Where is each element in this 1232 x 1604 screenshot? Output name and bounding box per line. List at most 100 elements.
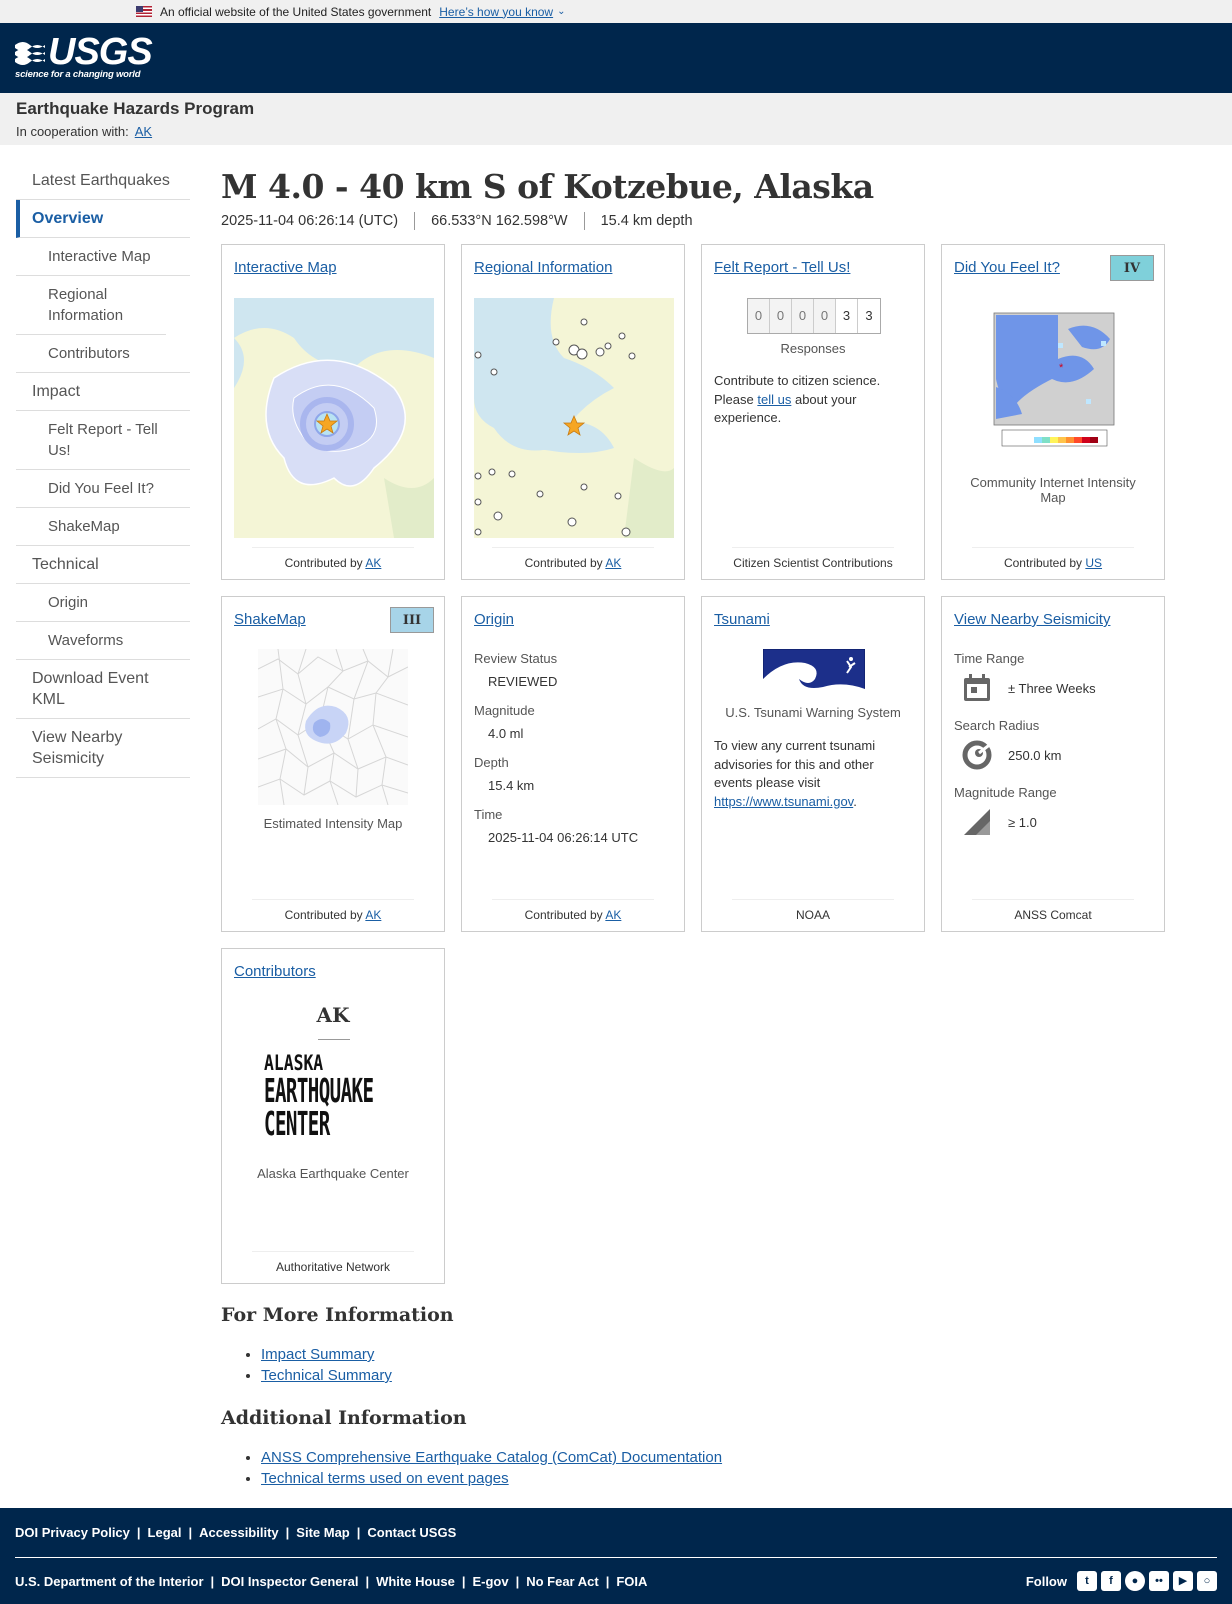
interactive-map-link[interactable]: Interactive Map xyxy=(234,259,337,276)
footer-separator: | xyxy=(605,1573,610,1589)
chevron-down-icon[interactable]: ⌄ xyxy=(557,6,565,17)
footer-link-whitehouse[interactable]: White House xyxy=(376,1574,455,1589)
sidebar-item-waveforms[interactable]: Waveforms xyxy=(16,622,190,660)
sidebar-item-download-kml[interactable]: Download Event KML xyxy=(16,660,190,719)
footer-link-egov[interactable]: E-gov xyxy=(472,1574,508,1589)
response-digit: 0 xyxy=(748,299,770,333)
nearby-seismicity-link[interactable]: View Nearby Seismicity xyxy=(954,611,1110,628)
regional-information-link[interactable]: Regional Information xyxy=(474,259,612,276)
contributed-by-label: Contributed by xyxy=(284,908,363,922)
sidebar-item-impact[interactable]: Impact xyxy=(16,373,190,411)
contributors-footer: Authoritative Network xyxy=(252,1251,414,1274)
cooperation-label: In cooperation with: xyxy=(16,124,129,139)
sidebar-item-shakemap[interactable]: ShakeMap xyxy=(16,508,190,546)
event-depth: 15.4 km depth xyxy=(600,213,693,229)
footer-separator: | xyxy=(285,1525,290,1540)
tsunami-gov-link[interactable]: https://www.tsunami.gov xyxy=(714,794,853,809)
tsunami-text: To view any current tsunami advisories f… xyxy=(714,738,876,790)
response-digit: 3 xyxy=(836,299,858,333)
contributor-code: AK xyxy=(316,1003,350,1027)
footer-link-nofear[interactable]: No Fear Act xyxy=(526,1574,598,1589)
contributor-link[interactable]: AK xyxy=(365,908,381,922)
shakemap-thumbnail[interactable] xyxy=(258,649,408,805)
impact-summary-link[interactable]: Impact Summary xyxy=(261,1346,374,1363)
footer-link-contact[interactable]: Contact USGS xyxy=(367,1525,456,1540)
sidebar-item-regional-information[interactable]: Regional Information xyxy=(16,276,166,335)
footer-link-sitemap[interactable]: Site Map xyxy=(296,1525,349,1540)
page-title: M 4.0 - 40 km S of Kotzebue, Alaska xyxy=(221,167,874,206)
contributors-card: Contributors AK ALASKA EARTHQUAKE CENTER… xyxy=(221,948,445,1284)
usgs-logo[interactable]: USGS science for a changing world xyxy=(15,31,153,80)
gov-banner-text: An official website of the United States… xyxy=(160,4,432,19)
review-status-label: Review Status xyxy=(474,651,558,666)
contributor-link[interactable]: US xyxy=(1085,556,1102,570)
program-title[interactable]: Earthquake Hazards Program xyxy=(16,99,1216,119)
sidebar-item-nearby-seismicity[interactable]: View Nearby Seismicity xyxy=(16,719,190,778)
sidebar-item-origin[interactable]: Origin xyxy=(16,584,190,622)
response-digit: 3 xyxy=(858,299,880,333)
usgs-wordmark: USGS xyxy=(48,31,153,73)
flickr-icon[interactable]: •• xyxy=(1149,1571,1169,1591)
seismicity-params: Time Range ± Three Weeks Search Radius 2… xyxy=(954,651,1152,842)
facebook-icon[interactable]: f xyxy=(1101,1571,1121,1591)
footer-link-doi[interactable]: U.S. Department of the Interior xyxy=(15,1574,204,1589)
regional-map-thumbnail[interactable] xyxy=(474,298,674,538)
technical-terms-link[interactable]: Technical terms used on event pages xyxy=(261,1470,509,1487)
footer-link-accessibility[interactable]: Accessibility xyxy=(199,1525,279,1540)
search-radius-label: Search Radius xyxy=(954,718,1040,733)
sidebar-item-latest-earthquakes[interactable]: Latest Earthquakes xyxy=(16,162,190,200)
contributor-caption: Alaska Earthquake Center xyxy=(257,1166,409,1181)
tell-us-link[interactable]: tell us xyxy=(757,392,791,407)
youtube-icon[interactable]: ▶ xyxy=(1173,1571,1193,1591)
twitter-icon[interactable]: t xyxy=(1077,1571,1097,1591)
sidebar-item-felt-report[interactable]: Felt Report - Tell Us! xyxy=(16,411,190,470)
footer-separator: | xyxy=(136,1525,141,1540)
shakemap-footer: Contributed by AK xyxy=(252,899,414,922)
contributor-link[interactable]: AK xyxy=(365,556,381,570)
magnitude-icon xyxy=(964,809,990,835)
response-digit: 0 xyxy=(770,299,792,333)
event-time: 2025-11-04 06:26:14 (UTC) xyxy=(221,213,399,229)
contributed-by-label: Contributed by xyxy=(524,908,603,922)
magnitude-range-value: ≥ 1.0 xyxy=(1008,814,1037,830)
sidebar-item-interactive-map[interactable]: Interactive Map xyxy=(16,238,190,276)
felt-report-link[interactable]: Felt Report - Tell Us! xyxy=(714,259,850,276)
list-item: Impact Summary xyxy=(261,1346,921,1363)
seismicity-footer: ANSS Comcat xyxy=(972,899,1134,922)
divider xyxy=(583,212,585,230)
footer-separator: | xyxy=(356,1525,361,1540)
dyfi-link[interactable]: Did You Feel It? xyxy=(954,259,1060,276)
technical-summary-link[interactable]: Technical Summary xyxy=(261,1367,392,1384)
how-you-know-link[interactable]: Here’s how you know xyxy=(439,5,553,19)
tsunami-card: Tsunami U.S. Tsunami Warning System To v… xyxy=(701,596,925,932)
sidebar-item-overview[interactable]: Overview xyxy=(16,200,190,238)
calendar-icon xyxy=(964,674,990,701)
footer-link-privacy[interactable]: DOI Privacy Policy xyxy=(15,1525,130,1540)
more-info-section: For More Information Impact Summary Tech… xyxy=(221,1304,921,1388)
origin-details: Review Status REVIEWED Magnitude 4.0 ml … xyxy=(474,651,672,859)
divider xyxy=(318,1039,350,1040)
footer-link-inspector[interactable]: DOI Inspector General xyxy=(221,1574,358,1589)
sidebar-item-dyfi[interactable]: Did You Feel It? xyxy=(16,470,190,508)
dyfi-map-thumbnail[interactable]: * xyxy=(982,299,1127,454)
sidebar-item-contributors[interactable]: Contributors xyxy=(16,335,190,373)
origin-link[interactable]: Origin xyxy=(474,611,514,628)
contributors-link[interactable]: Contributors xyxy=(234,963,316,980)
sidebar-item-technical[interactable]: Technical xyxy=(16,546,190,584)
shakemap-link[interactable]: ShakeMap xyxy=(234,611,306,628)
shakemap-intensity-badge: III xyxy=(390,607,434,633)
magnitude-label: Magnitude xyxy=(474,703,535,718)
github-icon[interactable]: ● xyxy=(1125,1571,1145,1591)
footer-link-legal[interactable]: Legal xyxy=(148,1525,182,1540)
instagram-icon[interactable]: ○ xyxy=(1197,1571,1217,1591)
contributor-link[interactable]: AK xyxy=(605,556,621,570)
magnitude-range-label: Magnitude Range xyxy=(954,785,1057,800)
cooperation-link[interactable]: AK xyxy=(135,124,152,139)
period: . xyxy=(853,793,857,809)
interactive-map-thumbnail[interactable] xyxy=(234,298,434,538)
comcat-docs-link[interactable]: ANSS Comprehensive Earthquake Catalog (C… xyxy=(261,1449,722,1466)
contributor-link[interactable]: AK xyxy=(605,908,621,922)
social-follow: Follow t f ● •• ▶ ○ xyxy=(1026,1571,1217,1591)
tsunami-link[interactable]: Tsunami xyxy=(714,611,770,628)
footer-link-foia[interactable]: FOIA xyxy=(616,1574,647,1589)
